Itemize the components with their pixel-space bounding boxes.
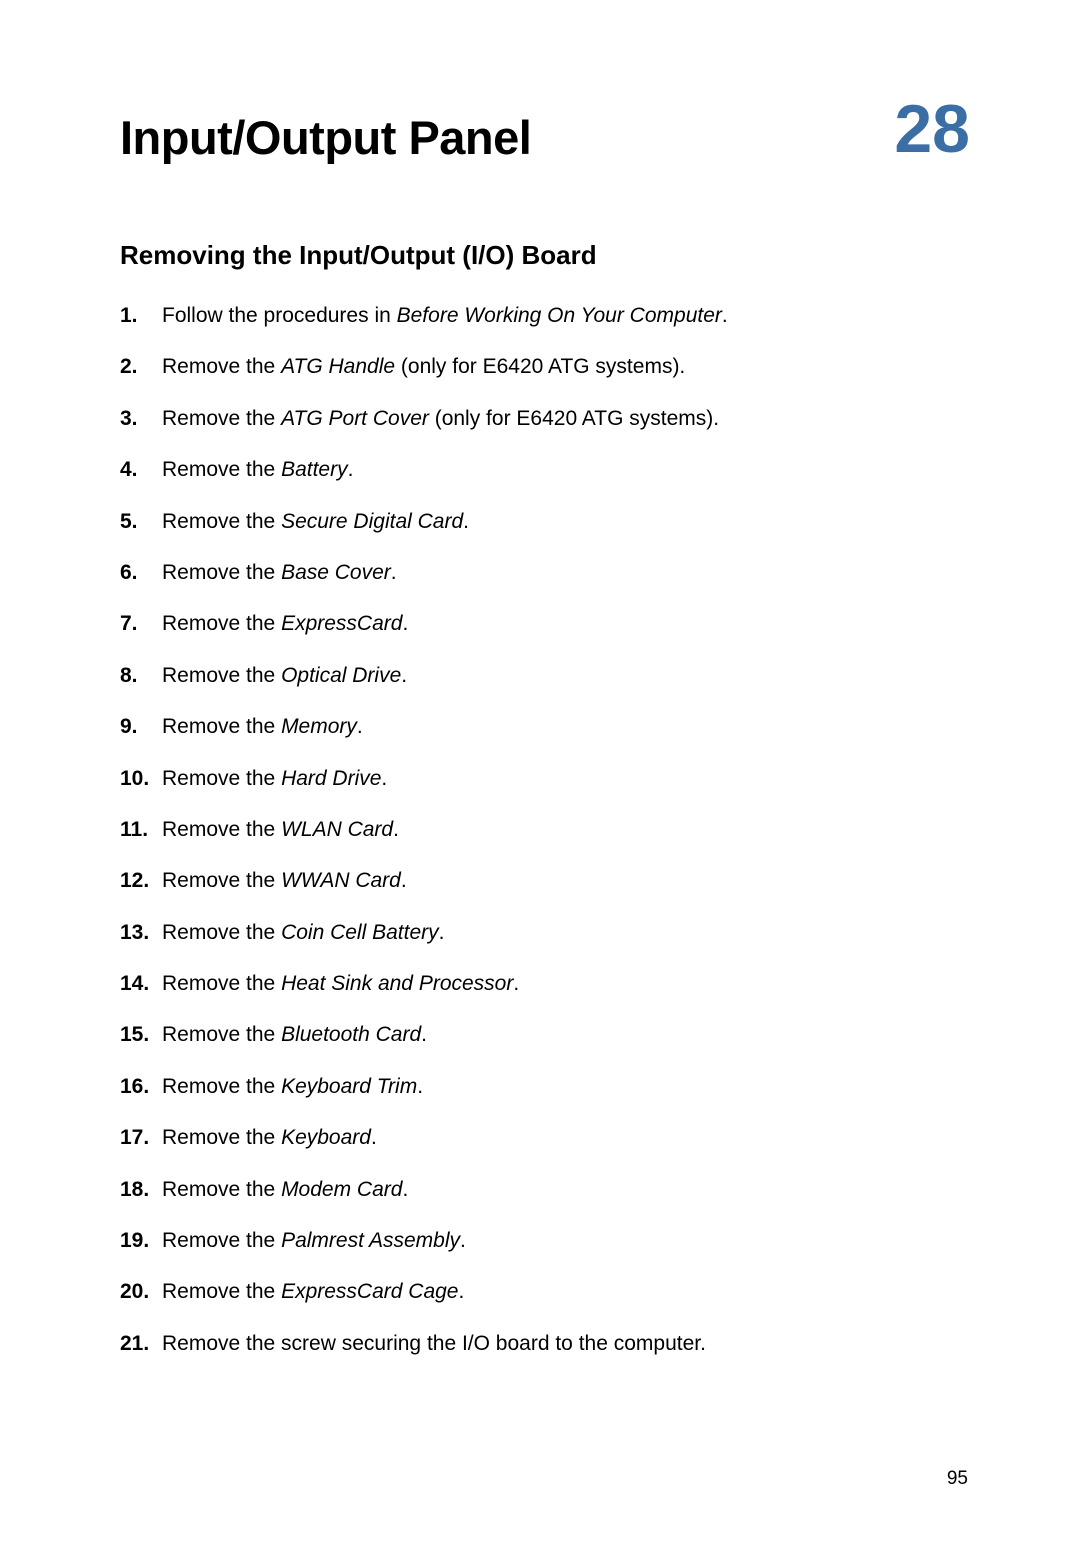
step-text: Remove the WWAN Card. xyxy=(162,866,970,895)
step-number: 17. xyxy=(120,1123,162,1152)
step-number: 15. xyxy=(120,1020,162,1049)
step-number: 10. xyxy=(120,764,162,793)
step-item: 13.Remove the Coin Cell Battery. xyxy=(120,918,970,947)
step-number: 8. xyxy=(120,661,162,690)
step-text: Remove the Hard Drive. xyxy=(162,764,970,793)
step-text: Remove the Keyboard Trim. xyxy=(162,1072,970,1101)
step-text: Remove the Palmrest Assembly. xyxy=(162,1226,970,1255)
step-text: Follow the procedures in Before Working … xyxy=(162,301,970,330)
step-number: 11. xyxy=(120,815,162,844)
step-item: 6.Remove the Base Cover. xyxy=(120,558,970,587)
step-item: 16.Remove the Keyboard Trim. xyxy=(120,1072,970,1101)
step-number: 9. xyxy=(120,712,162,741)
step-text: Remove the WLAN Card. xyxy=(162,815,970,844)
step-item: 17.Remove the Keyboard. xyxy=(120,1123,970,1152)
step-reference: Keyboard Trim xyxy=(281,1075,417,1098)
step-item: 10.Remove the Hard Drive. xyxy=(120,764,970,793)
step-item: 8.Remove the Optical Drive. xyxy=(120,661,970,690)
step-text: Remove the Coin Cell Battery. xyxy=(162,918,970,947)
step-item: 4.Remove the Battery. xyxy=(120,455,970,484)
step-text: Remove the Secure Digital Card. xyxy=(162,507,970,536)
section-title: Removing the Input/Output (I/O) Board xyxy=(120,240,970,271)
step-text: Remove the Optical Drive. xyxy=(162,661,970,690)
step-item: 5.Remove the Secure Digital Card. xyxy=(120,507,970,536)
step-item: 14.Remove the Heat Sink and Processor. xyxy=(120,969,970,998)
step-item: 7.Remove the ExpressCard. xyxy=(120,609,970,638)
chapter-header: Input/Output Panel 28 xyxy=(120,110,970,165)
step-number: 21. xyxy=(120,1329,162,1358)
step-text: Remove the screw securing the I/O board … xyxy=(162,1329,970,1358)
step-number: 1. xyxy=(120,301,162,330)
step-item: 11.Remove the WLAN Card. xyxy=(120,815,970,844)
step-text: Remove the Keyboard. xyxy=(162,1123,970,1152)
step-reference: Base Cover xyxy=(281,561,391,584)
step-number: 6. xyxy=(120,558,162,587)
step-number: 2. xyxy=(120,352,162,381)
document-page: Input/Output Panel 28 Removing the Input… xyxy=(0,0,1080,1440)
step-reference: Keyboard xyxy=(281,1126,371,1149)
step-reference: Secure Digital Card xyxy=(281,510,463,533)
step-reference: ATG Port Cover xyxy=(281,407,429,430)
step-reference: Modem Card xyxy=(281,1178,402,1201)
step-text: Remove the Memory. xyxy=(162,712,970,741)
chapter-title: Input/Output Panel xyxy=(120,110,531,165)
step-item: 2.Remove the ATG Handle (only for E6420 … xyxy=(120,352,970,381)
step-number: 12. xyxy=(120,866,162,895)
step-text: Remove the Modem Card. xyxy=(162,1175,970,1204)
step-item: 18.Remove the Modem Card. xyxy=(120,1175,970,1204)
step-reference: Heat Sink and Processor xyxy=(281,972,513,995)
step-text: Remove the Base Cover. xyxy=(162,558,970,587)
step-item: 9.Remove the Memory. xyxy=(120,712,970,741)
step-number: 13. xyxy=(120,918,162,947)
steps-list: 1.Follow the procedures in Before Workin… xyxy=(120,301,970,1358)
page-number: 95 xyxy=(947,1468,968,1490)
step-number: 4. xyxy=(120,455,162,484)
step-number: 7. xyxy=(120,609,162,638)
step-item: 19.Remove the Palmrest Assembly. xyxy=(120,1226,970,1255)
step-number: 5. xyxy=(120,507,162,536)
step-reference: Palmrest Assembly xyxy=(281,1229,460,1252)
step-number: 19. xyxy=(120,1226,162,1255)
step-item: 20.Remove the ExpressCard Cage. xyxy=(120,1277,970,1306)
step-number: 20. xyxy=(120,1277,162,1306)
step-number: 14. xyxy=(120,969,162,998)
step-reference: ExpressCard xyxy=(281,612,402,635)
step-text: Remove the ATG Port Cover (only for E642… xyxy=(162,404,970,433)
step-reference: Battery xyxy=(281,458,348,481)
step-item: 1.Follow the procedures in Before Workin… xyxy=(120,301,970,330)
step-number: 16. xyxy=(120,1072,162,1101)
step-reference: Hard Drive xyxy=(281,767,381,790)
step-reference: ATG Handle xyxy=(281,355,395,378)
step-item: 21.Remove the screw securing the I/O boa… xyxy=(120,1329,970,1358)
step-reference: ExpressCard Cage xyxy=(281,1280,458,1303)
step-text: Remove the Bluetooth Card. xyxy=(162,1020,970,1049)
step-item: 12.Remove the WWAN Card. xyxy=(120,866,970,895)
step-text: Remove the ATG Handle (only for E6420 AT… xyxy=(162,352,970,381)
step-reference: Optical Drive xyxy=(281,664,401,687)
step-number: 3. xyxy=(120,404,162,433)
step-reference: WLAN Card xyxy=(281,818,393,841)
chapter-number: 28 xyxy=(894,95,970,163)
step-reference: Bluetooth Card xyxy=(281,1023,421,1046)
step-reference: Memory xyxy=(281,715,357,738)
step-item: 15.Remove the Bluetooth Card. xyxy=(120,1020,970,1049)
step-text: Remove the Heat Sink and Processor. xyxy=(162,969,970,998)
step-reference: Before Working On Your Computer xyxy=(397,304,722,327)
step-reference: WWAN Card xyxy=(281,869,401,892)
step-number: 18. xyxy=(120,1175,162,1204)
step-text: Remove the ExpressCard. xyxy=(162,609,970,638)
step-reference: Coin Cell Battery xyxy=(281,921,439,944)
step-text: Remove the ExpressCard Cage. xyxy=(162,1277,970,1306)
step-item: 3.Remove the ATG Port Cover (only for E6… xyxy=(120,404,970,433)
step-text: Remove the Battery. xyxy=(162,455,970,484)
